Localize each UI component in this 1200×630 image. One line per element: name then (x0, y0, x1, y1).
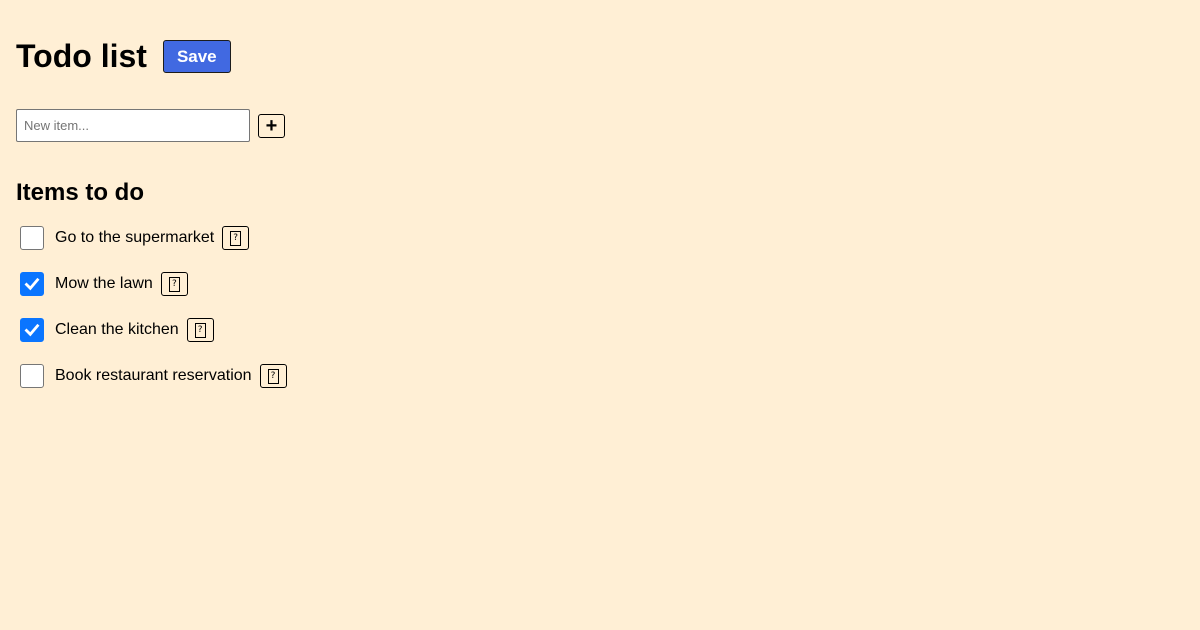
section-title: Items to do (16, 179, 145, 206)
todo-item: Mow the lawn ? (16, 269, 616, 299)
todo-checkbox[interactable] (20, 226, 44, 250)
todo-label: Mow the lawn (55, 275, 153, 292)
delete-item-button[interactable]: ? (222, 226, 250, 250)
delete-item-button[interactable]: ? (160, 272, 188, 296)
checkmark-icon (24, 323, 40, 337)
add-item-button[interactable]: + (258, 113, 285, 138)
todo-app: Todo list Save + Items to do Go to the s… (16, 0, 616, 407)
todo-checkbox[interactable] (20, 318, 44, 342)
missing-glyph-icon: ? (194, 322, 206, 338)
todo-item: Book restaurant reservation ? (16, 361, 616, 391)
missing-glyph-icon: ? (267, 368, 279, 384)
missing-glyph-icon: ? (230, 230, 242, 246)
todo-label: Book restaurant reservation (55, 367, 252, 384)
todo-label: Go to the supermarket (55, 229, 215, 246)
new-item-row: + (16, 109, 616, 142)
missing-glyph-icon: ? (168, 276, 180, 292)
plus-icon: + (265, 114, 278, 137)
delete-item-button[interactable]: ? (259, 364, 287, 388)
todo-checkbox[interactable] (20, 272, 44, 296)
todo-checkbox[interactable] (20, 364, 44, 388)
todo-item: Clean the kitchen ? (16, 315, 616, 345)
todo-label: Clean the kitchen (55, 321, 179, 338)
todo-list: Go to the supermarket ? Mow the lawn ? C… (16, 223, 616, 391)
todo-item: Go to the supermarket ? (16, 223, 616, 253)
delete-item-button[interactable]: ? (186, 318, 214, 342)
checkmark-icon (24, 277, 40, 291)
header: Todo list Save (16, 36, 616, 76)
save-button[interactable]: Save (162, 39, 231, 73)
new-item-input[interactable] (16, 109, 250, 142)
page-title: Todo list (16, 38, 147, 74)
